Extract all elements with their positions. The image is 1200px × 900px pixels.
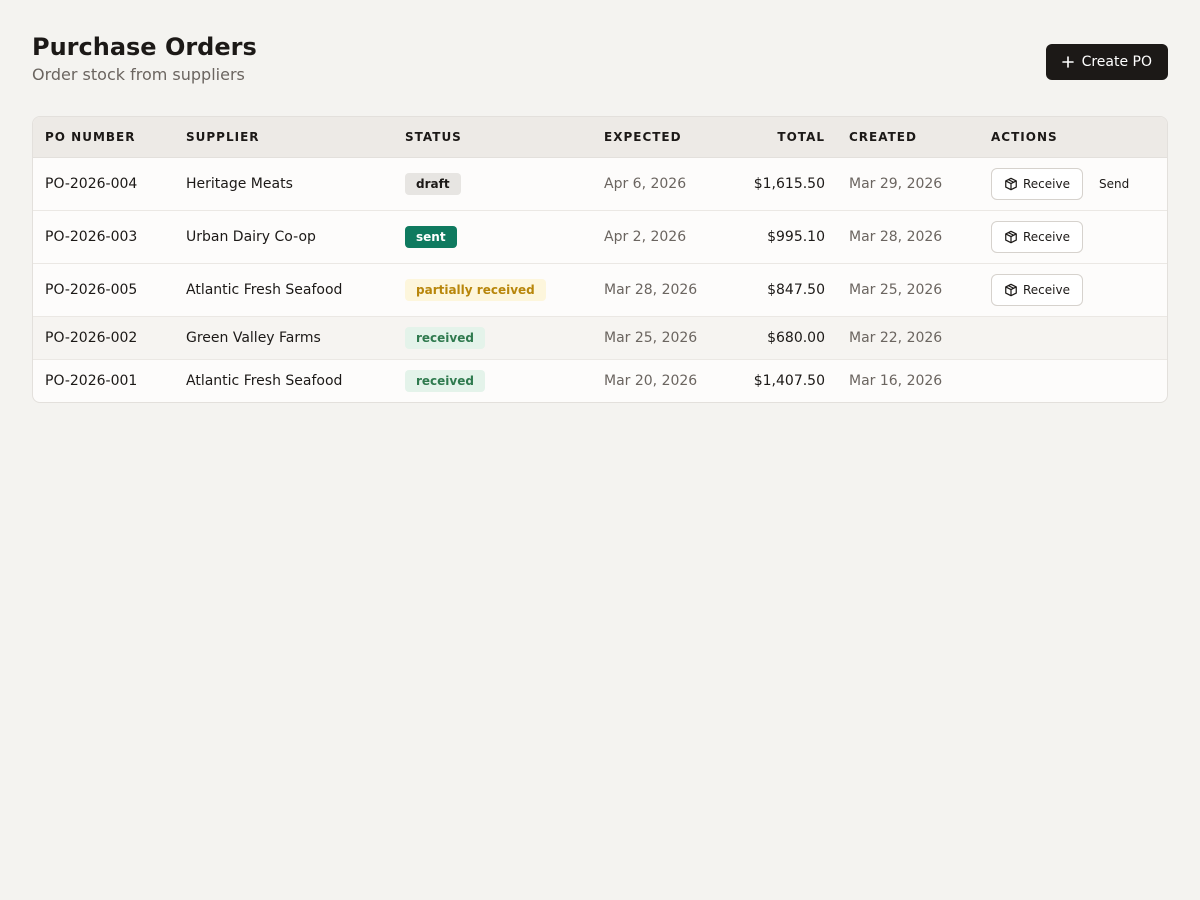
- create-po-button[interactable]: Create PO: [1045, 44, 1168, 80]
- status-cell: partially received: [393, 263, 592, 317]
- expected-date-cell: Apr 2, 2026: [592, 210, 727, 264]
- column-header-created: CREATED: [837, 117, 979, 158]
- status-cell: sent: [393, 210, 592, 264]
- purchase-orders-table: PO NUMBER SUPPLIER STATUS EXPECTED TOTAL…: [32, 116, 1168, 403]
- table-body: PO-2026-004 Heritage Meats draft Apr 6, 202…: [33, 157, 1167, 402]
- column-header-total: TOTAL: [727, 117, 837, 158]
- row-actions: Receive Send: [991, 167, 1155, 200]
- purchase-orders-page: Purchase Orders Order stock from supplie…: [0, 0, 1200, 435]
- table-row[interactable]: PO-2026-001 Atlantic Fresh Seafood receive…: [33, 359, 1167, 402]
- row-actions: Receive: [991, 273, 1155, 306]
- status-cell: draft: [393, 157, 592, 211]
- receive-button[interactable]: Receive: [991, 273, 1083, 306]
- expected-date-cell: Mar 25, 2026: [592, 316, 727, 360]
- created-date-cell: Mar 16, 2026: [849, 372, 943, 389]
- po-number-cell: PO-2026-003: [33, 210, 174, 264]
- supplier-cell: Urban Dairy Co-op: [174, 210, 393, 264]
- create-po-label: Create PO: [1081, 54, 1152, 70]
- page-title: Purchase Orders: [32, 33, 257, 61]
- column-header-expected: EXPECTED: [592, 117, 727, 158]
- status-cell: received: [393, 316, 592, 360]
- receive-button[interactable]: Receive: [991, 167, 1083, 200]
- table-header-row: PO NUMBER SUPPLIER STATUS EXPECTED TOTAL…: [33, 117, 1167, 158]
- title-block: Purchase Orders Order stock from supplie…: [32, 32, 257, 86]
- total-cell: $680.00: [727, 316, 837, 360]
- package-icon: [1004, 177, 1018, 191]
- status-cell: received: [393, 359, 592, 402]
- package-icon: [1004, 283, 1018, 297]
- page-subtitle: Order stock from suppliers: [32, 65, 245, 84]
- receive-label: Receive: [1023, 176, 1070, 191]
- expected-date-cell: Mar 28, 2026: [592, 263, 727, 317]
- column-header-supplier: SUPPLIER: [174, 117, 393, 158]
- expected-date-cell: Apr 6, 2026: [592, 157, 727, 211]
- supplier-cell: Atlantic Fresh Seafood: [186, 372, 343, 389]
- actions-cell: Receive Send: [979, 157, 1167, 211]
- status-badge: received: [405, 326, 485, 349]
- package-icon: [1004, 230, 1018, 244]
- table-row[interactable]: PO-2026-005 Atlantic Fresh Seafood partial…: [33, 263, 1167, 317]
- created-date-cell: Mar 25, 2026: [837, 263, 979, 317]
- total-cell: $1,407.50: [753, 372, 825, 389]
- status-badge: partially received: [405, 278, 546, 301]
- supplier-cell: Atlantic Fresh Seafood: [174, 263, 393, 317]
- created-date-cell: Mar 22, 2026: [837, 316, 979, 360]
- table-row[interactable]: PO-2026-002 Green Valley Farms received Mar…: [33, 316, 1167, 360]
- column-header-status: STATUS: [393, 117, 592, 158]
- actions-cell: [979, 316, 1167, 360]
- receive-label: Receive: [1023, 229, 1070, 244]
- receive-label: Receive: [1023, 282, 1070, 297]
- table-row[interactable]: PO-2026-004 Heritage Meats draft Apr 6, 202…: [33, 157, 1167, 211]
- row-actions: Receive: [991, 220, 1155, 253]
- status-badge: received: [405, 369, 485, 392]
- po-number-cell: PO-2026-001: [45, 372, 138, 389]
- receive-button[interactable]: Receive: [991, 220, 1083, 253]
- actions-cell: Receive: [979, 210, 1167, 264]
- supplier-cell: Green Valley Farms: [174, 316, 393, 360]
- column-header-actions: ACTIONS: [979, 117, 1167, 158]
- actions-cell: Receive: [979, 263, 1167, 317]
- supplier-cell: Heritage Meats: [174, 157, 393, 211]
- po-number-cell: PO-2026-004: [33, 157, 174, 211]
- po-number-cell: PO-2026-002: [33, 316, 174, 360]
- created-date-cell: Mar 28, 2026: [837, 210, 979, 264]
- created-date-cell: Mar 29, 2026: [837, 157, 979, 211]
- table-row[interactable]: PO-2026-003 Urban Dairy Co-op sent Apr 2, 2…: [33, 210, 1167, 264]
- status-badge: sent: [405, 225, 457, 248]
- send-button[interactable]: Send: [1099, 173, 1129, 195]
- plus-icon: [1061, 56, 1074, 68]
- expected-date-cell: Mar 20, 2026: [604, 372, 698, 389]
- total-cell: $1,615.50: [727, 157, 837, 211]
- status-badge: draft: [405, 172, 461, 195]
- actions-cell: [979, 359, 1167, 402]
- total-cell: $847.50: [727, 263, 837, 317]
- total-cell: $995.10: [727, 210, 837, 264]
- column-header-po-number: PO NUMBER: [33, 117, 174, 158]
- page-header: Purchase Orders Order stock from supplie…: [32, 32, 1168, 116]
- po-number-cell: PO-2026-005: [33, 263, 174, 317]
